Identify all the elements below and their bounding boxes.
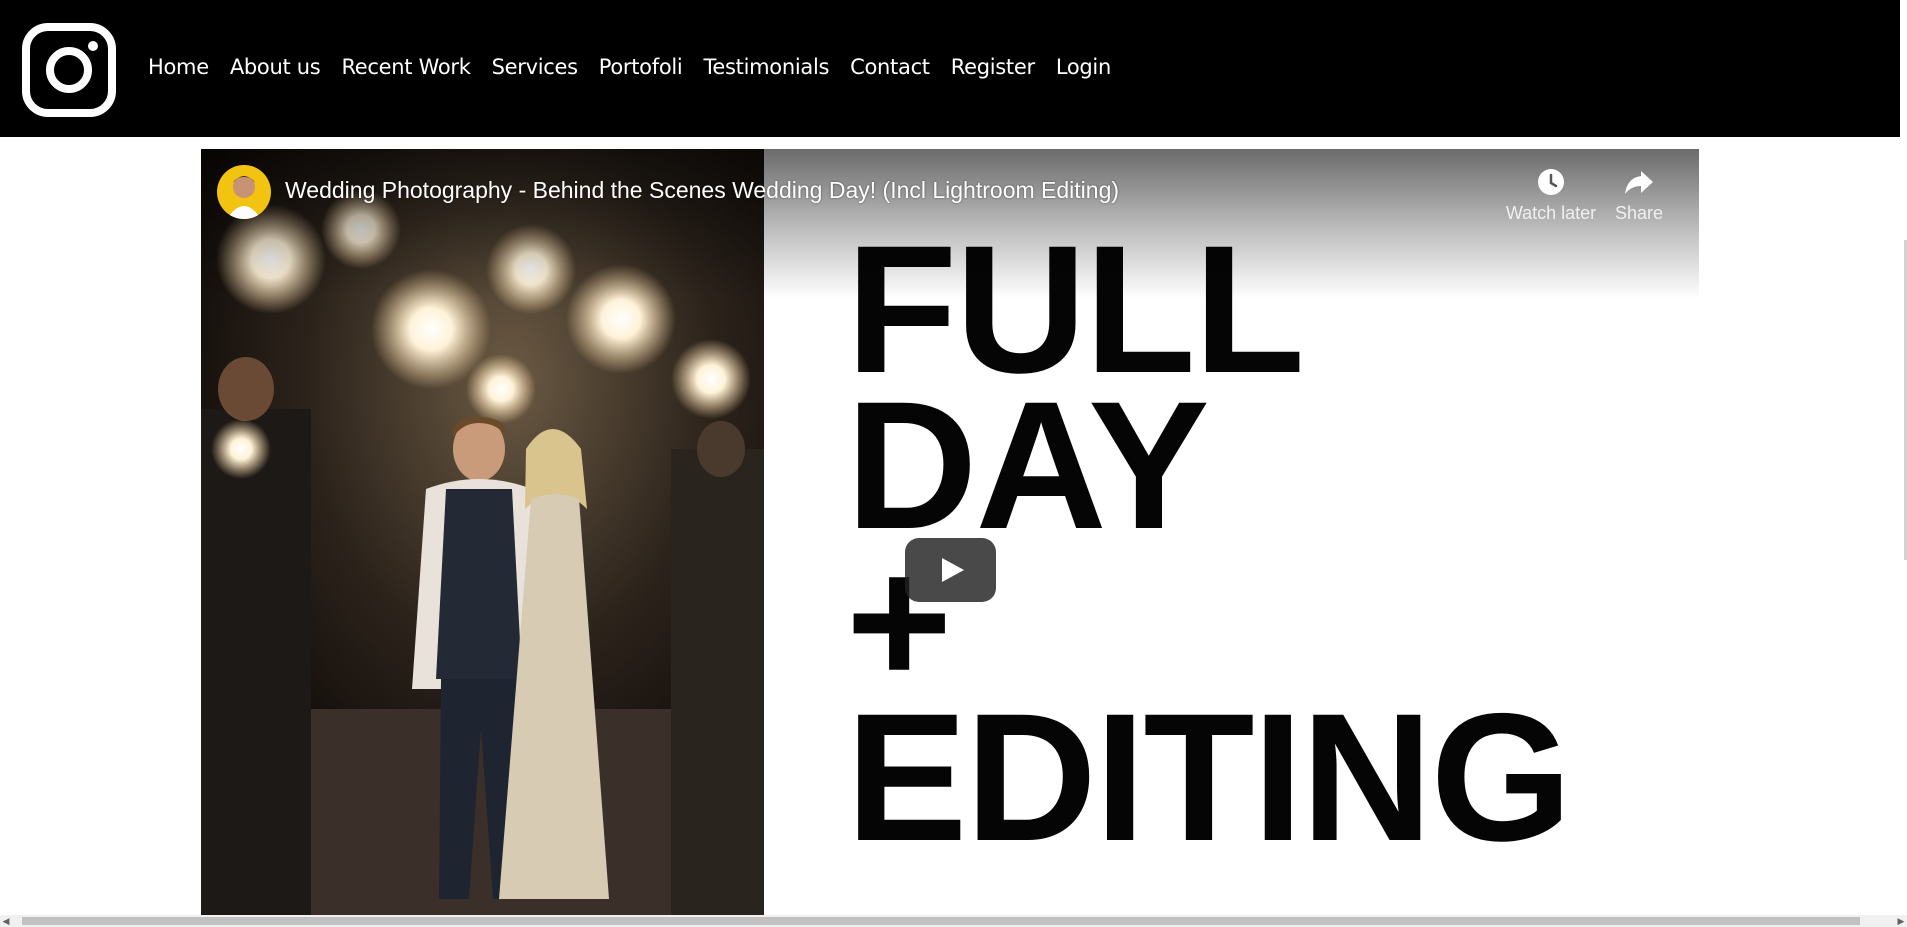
nav-register[interactable]: Register bbox=[951, 55, 1035, 79]
share-arrow-icon bbox=[1625, 171, 1653, 194]
horizontal-scrollbar[interactable]: ◀ ▶ bbox=[0, 915, 1907, 927]
instagram-icon[interactable] bbox=[22, 23, 116, 117]
nav-login[interactable]: Login bbox=[1056, 55, 1111, 79]
nav-portofoli[interactable]: Portofoli bbox=[599, 55, 683, 79]
nav-contact[interactable]: Contact bbox=[850, 55, 930, 79]
vertical-scrollbar[interactable] bbox=[1900, 0, 1907, 927]
nav-recent-work[interactable]: Recent Work bbox=[341, 55, 470, 79]
horizontal-scrollbar-thumb[interactable] bbox=[22, 917, 1860, 925]
watch-later-label: Watch later bbox=[1505, 203, 1597, 223]
play-button[interactable] bbox=[905, 538, 996, 602]
share-label: Share bbox=[1614, 203, 1664, 223]
thumbnail-line-editing: EDITING bbox=[846, 675, 1572, 879]
nav-testimonials[interactable]: Testimonials bbox=[703, 55, 829, 79]
clock-icon bbox=[1538, 169, 1564, 195]
scroll-right-icon[interactable]: ▶ bbox=[1895, 915, 1907, 927]
share-button[interactable]: Share bbox=[1599, 167, 1679, 224]
nav-services[interactable]: Services bbox=[492, 55, 578, 79]
nav-about-us[interactable]: About us bbox=[230, 55, 321, 79]
main-nav: Home About us Recent Work Services Porto… bbox=[148, 55, 1132, 79]
top-nav-bar: Home About us Recent Work Services Porto… bbox=[0, 0, 1900, 137]
youtube-embed[interactable]: FULL DAY + EDITING Wedding Photography -… bbox=[201, 149, 1699, 915]
video-top-overlay bbox=[201, 149, 1699, 299]
nav-home[interactable]: Home bbox=[148, 55, 209, 79]
channel-avatar[interactable] bbox=[217, 165, 271, 219]
play-icon bbox=[942, 558, 964, 582]
video-title[interactable]: Wedding Photography - Behind the Scenes … bbox=[285, 177, 1119, 204]
scroll-left-icon[interactable]: ◀ bbox=[0, 915, 12, 927]
